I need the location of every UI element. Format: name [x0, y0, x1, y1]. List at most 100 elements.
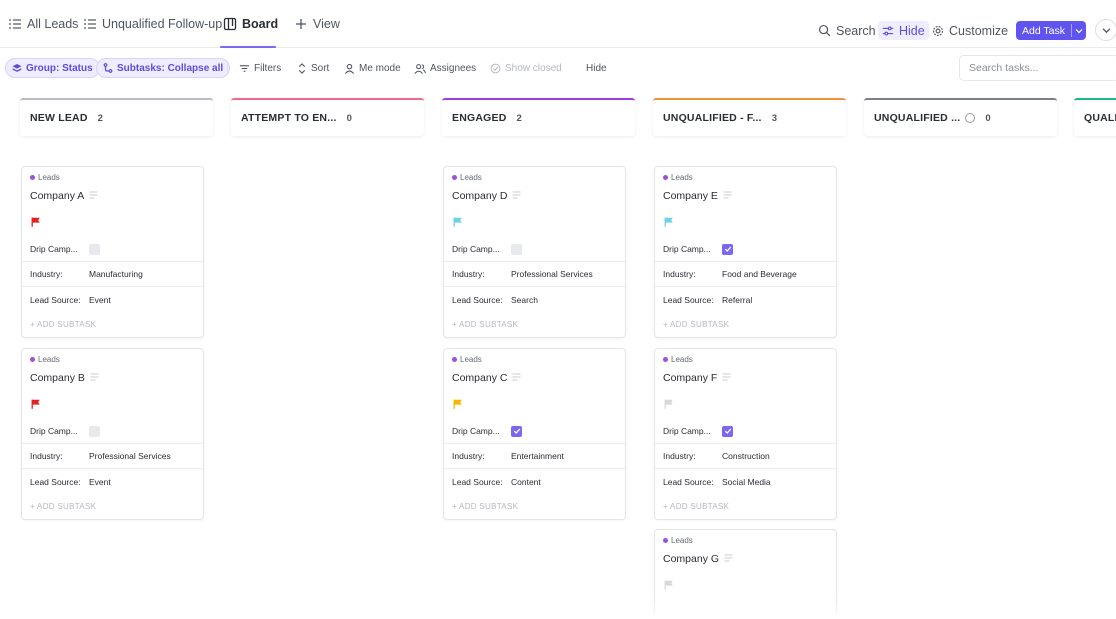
field-lead-source: Lead Source: Event: [22, 287, 203, 312]
column-header-attempt-to-engage[interactable]: ATTEMPT TO EN... 0: [231, 98, 424, 136]
drip-checkbox[interactable]: [511, 243, 522, 255]
priority-flag-icon[interactable]: [31, 396, 41, 409]
more-options-button[interactable]: [1095, 19, 1116, 41]
industry-value[interactable]: Construction: [715, 451, 770, 461]
list-tag[interactable]: Leads: [663, 355, 693, 364]
group-by-label: Group: Status: [26, 62, 93, 74]
add-subtask-button[interactable]: + ADD SUBTASK: [452, 502, 518, 511]
list-icon: [84, 19, 96, 29]
priority-flag-icon[interactable]: [664, 214, 674, 227]
tab-label: All Leads: [27, 17, 79, 31]
column-header-unqualified[interactable]: UNQUALIFIED ... 0: [864, 98, 1057, 136]
priority-flag-icon[interactable]: [31, 214, 41, 227]
priority-flag-icon[interactable]: [453, 396, 463, 409]
customize-button[interactable]: Customize: [932, 21, 1008, 40]
list-tag-label: Leads: [671, 355, 693, 364]
show-closed-toggle[interactable]: Show closed: [490, 58, 562, 78]
add-task-button[interactable]: Add Task: [1016, 21, 1086, 40]
lead-source-value[interactable]: Event: [82, 295, 111, 305]
lead-source-value[interactable]: Event: [82, 477, 111, 487]
column-header-engaged[interactable]: ENGAGED 2: [442, 98, 635, 136]
hide-fields-label: Hide: [586, 62, 607, 74]
add-subtask-button[interactable]: + ADD SUBTASK: [30, 320, 96, 329]
industry-value[interactable]: Professional Services: [504, 269, 593, 279]
hide-button[interactable]: Hide: [878, 21, 929, 40]
lead-source-value[interactable]: Content: [504, 477, 541, 487]
filters-button[interactable]: Filters: [239, 58, 281, 78]
column-header-unqualified-follow-up[interactable]: UNQUALIFIED - F... 3: [653, 98, 846, 136]
board-icon: [223, 17, 237, 31]
column-header-qualified[interactable]: QUALIFI: [1074, 98, 1116, 136]
task-card-company-d[interactable]: Leads Company D Drip Camp... Industry: Profe…: [443, 166, 626, 338]
task-name-text: Company B: [30, 372, 85, 384]
assignees-button[interactable]: Assignees: [414, 58, 476, 78]
list-tag[interactable]: Leads: [452, 173, 482, 182]
drip-checkbox[interactable]: [722, 243, 733, 255]
tab-board[interactable]: Board: [223, 14, 278, 34]
task-card-company-c[interactable]: Leads Company C Drip Camp... Industry: Enter…: [443, 348, 626, 520]
list-color-dot: [663, 175, 668, 180]
add-subtask-button[interactable]: + ADD SUBTASK: [30, 502, 96, 511]
task-name[interactable]: Company B: [30, 372, 99, 384]
drip-checkbox[interactable]: [511, 425, 522, 437]
priority-flag-icon[interactable]: [664, 577, 674, 590]
column-header-new-lead[interactable]: NEW LEAD 2: [20, 98, 213, 136]
list-tag-label: Leads: [460, 355, 482, 364]
add-view-button[interactable]: View: [294, 14, 340, 34]
field-label: Industry:: [30, 451, 63, 461]
field-label: Drip Camp...: [30, 426, 78, 436]
add-subtask-button[interactable]: + ADD SUBTASK: [452, 320, 518, 329]
add-subtask-button[interactable]: + ADD SUBTASK: [663, 320, 729, 329]
task-card-company-b[interactable]: Leads Company B Drip Camp... Industry: Profe…: [21, 348, 204, 520]
lead-source-value[interactable]: Social Media: [715, 477, 771, 487]
industry-value[interactable]: Manufacturing: [82, 269, 143, 279]
field-drip-campaign: Drip Camp...: [655, 237, 836, 262]
task-name[interactable]: Company C: [452, 372, 521, 384]
lead-source-value[interactable]: Search: [504, 295, 538, 305]
industry-value[interactable]: Professional Services: [82, 451, 171, 461]
field-label: Lead Source:: [30, 476, 81, 487]
list-tag[interactable]: Leads: [30, 173, 60, 182]
scroll-fade: [650, 596, 850, 619]
task-name[interactable]: Company E: [663, 190, 732, 202]
add-subtask-button[interactable]: + ADD SUBTASK: [663, 502, 729, 511]
drip-checkbox[interactable]: [722, 425, 733, 437]
chevron-down-icon[interactable]: [1072, 27, 1086, 35]
field-label: Industry:: [663, 269, 696, 279]
drip-checkbox[interactable]: [89, 243, 100, 255]
industry-value[interactable]: Food and Beverage: [715, 269, 797, 279]
field-label: Drip Camp...: [452, 244, 500, 254]
task-name[interactable]: Company D: [452, 190, 521, 202]
search-button[interactable]: Search: [818, 21, 876, 40]
sort-button[interactable]: Sort: [297, 58, 329, 78]
tab-all-leads[interactable]: All Leads: [8, 14, 78, 34]
task-name-text: Company D: [452, 190, 508, 202]
list-tag[interactable]: Leads: [663, 173, 693, 182]
tab-label: View: [313, 17, 340, 31]
task-card-company-f[interactable]: Leads Company F Drip Camp... Industry: Const…: [654, 348, 837, 520]
task-card-company-a[interactable]: Leads Company A Drip Camp... Industry: Manuf…: [21, 166, 204, 338]
task-card-company-e[interactable]: Leads Company E Drip Camp... Industry: Food …: [654, 166, 837, 338]
lead-source-value[interactable]: Referral: [715, 295, 752, 305]
field-label: Lead Source:: [663, 476, 714, 487]
priority-flag-icon[interactable]: [664, 396, 674, 409]
list-tag[interactable]: Leads: [30, 355, 60, 364]
task-name[interactable]: Company G: [663, 553, 733, 565]
users-icon: [414, 63, 426, 74]
search-tasks-input[interactable]: [969, 62, 1109, 74]
me-mode-button[interactable]: Me mode: [344, 58, 401, 78]
tab-unqualified-follow-up[interactable]: Unqualified Follow-up: [83, 14, 222, 34]
task-name[interactable]: Company F: [663, 372, 731, 384]
industry-value[interactable]: Entertainment: [504, 451, 564, 461]
group-by-chip[interactable]: Group: Status: [5, 58, 100, 78]
tab-label: Board: [242, 17, 279, 31]
priority-flag-icon[interactable]: [453, 214, 463, 227]
sort-label: Sort: [311, 62, 330, 74]
list-tag[interactable]: Leads: [452, 355, 482, 364]
drip-checkbox[interactable]: [89, 425, 100, 437]
subtasks-chip[interactable]: Subtasks: Collapse all: [96, 58, 231, 78]
list-tag[interactable]: Leads: [663, 536, 693, 545]
task-name[interactable]: Company A: [30, 190, 98, 202]
field-label: Industry:: [452, 451, 485, 461]
hide-fields-button[interactable]: Hide: [586, 58, 607, 78]
